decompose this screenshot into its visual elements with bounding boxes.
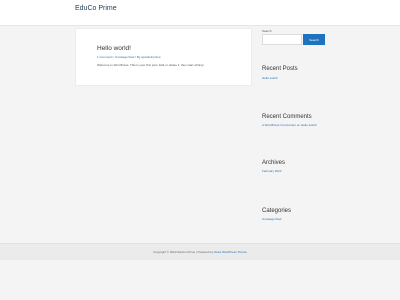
category-link[interactable]: Uncategorized [262,217,281,221]
recent-comments-heading: Recent Comments [262,114,312,120]
post-card: Hello world! 1 Comment / Uncategorized /… [75,28,252,86]
recent-post-link[interactable]: Hello world! [262,76,278,80]
search-input[interactable] [262,34,302,45]
post-excerpt: Welcome to WordPress. This is your first… [97,63,204,67]
recent-comment-link[interactable]: A WordPress Commenter on Hello world! [262,123,317,127]
site-footer: Copyright © 2022 EduCo Prime | Powered b… [0,243,400,260]
site-header: EduCo Prime [0,0,400,26]
categories-heading: Categories [262,208,292,214]
search-button[interactable]: Search [303,34,325,45]
footer-text: Copyright © 2022 EduCo Prime | Powered b… [0,250,400,254]
footer-copyright: Copyright © 2022 EduCo Prime | Powered b… [153,250,215,254]
search-label: Search [262,29,272,33]
post-meta[interactable]: 1 Comment / Uncategorized / By wpadminpr… [97,55,161,59]
archive-link[interactable]: February 2022 [262,169,282,173]
footer-theme-link[interactable]: Astra WordPress Theme [214,250,247,254]
archives-heading: Archives [262,160,286,166]
site-title-link[interactable]: EduCo Prime [75,5,117,12]
post-title-link[interactable]: Hello world! [97,45,131,52]
recent-posts-heading: Recent Posts [262,66,298,72]
